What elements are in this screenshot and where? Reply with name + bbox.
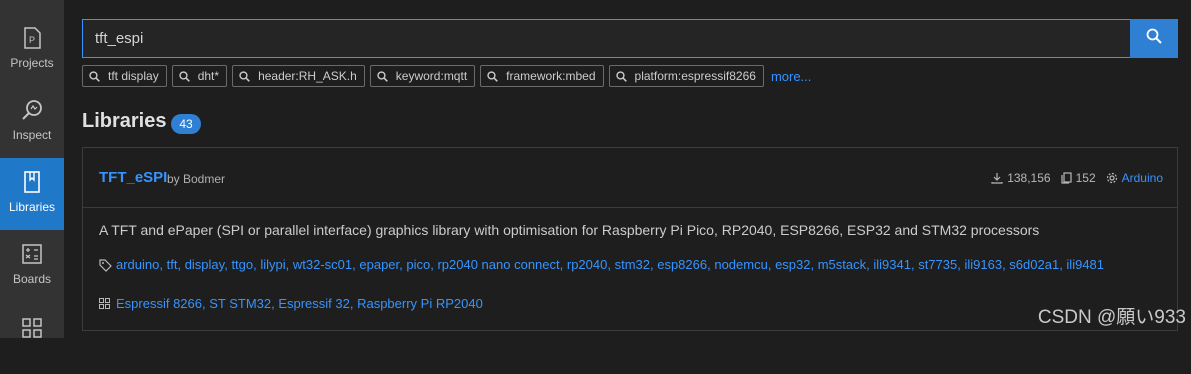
downloads-count: 138,156 xyxy=(1007,171,1051,185)
boards-icon xyxy=(22,240,42,268)
tag-link[interactable]: ili9163 xyxy=(964,257,1002,272)
search-icon xyxy=(377,70,388,82)
sidebar-item-projects[interactable]: P Projects xyxy=(0,14,64,86)
tag-link[interactable]: rp2040 nano connect xyxy=(437,257,559,272)
tag-icon xyxy=(99,259,112,272)
svg-text:P: P xyxy=(29,35,35,45)
tag-link[interactable]: epaper xyxy=(359,257,399,272)
sidebar-item-boards[interactable]: Boards xyxy=(0,230,64,302)
search-button[interactable] xyxy=(1130,19,1178,58)
sidebar-item-label: Projects xyxy=(10,56,54,70)
activity-sidebar: P Projects Inspect Libraries Boards xyxy=(0,0,64,338)
download-icon xyxy=(991,173,1003,184)
search-icon xyxy=(487,70,499,82)
tag-separator: , xyxy=(159,257,167,272)
chip-label: platform:espressif8266 xyxy=(634,69,756,83)
gear-icon xyxy=(1106,172,1117,184)
library-card[interactable]: TFT_eSPI by Bodmer 138,156 152 Arduino A… xyxy=(82,147,1178,331)
tag-link[interactable]: pico xyxy=(406,257,430,272)
tag-link[interactable]: ttgo xyxy=(231,257,253,272)
suggestion-chip[interactable]: dht* xyxy=(171,65,228,87)
card-header: TFT_eSPI by Bodmer 138,156 152 Arduino xyxy=(83,148,1177,208)
tag-link[interactable]: rp2040 xyxy=(567,257,607,272)
sidebar-item-inspect[interactable]: Inspect xyxy=(0,86,64,158)
tag-link[interactable]: tft xyxy=(167,257,178,272)
library-name-link[interactable]: TFT_eSPI xyxy=(99,169,167,186)
search-icon xyxy=(615,70,627,82)
chip-label: dht* xyxy=(197,69,220,83)
tag-link[interactable]: esp32 xyxy=(775,257,810,272)
chip-label: header:RH_ASK.h xyxy=(258,69,357,83)
copy-icon xyxy=(1060,172,1072,184)
libraries-icon xyxy=(23,168,41,196)
examples-count: 152 xyxy=(1075,171,1096,185)
library-author: by Bodmer xyxy=(167,172,226,186)
sidebar-item-label: Libraries xyxy=(8,200,56,214)
library-tags: arduino, tft, display, ttgo, lilypi, wt3… xyxy=(99,255,1139,275)
suggestion-chip[interactable]: keyword:mqtt xyxy=(369,65,476,87)
search-icon xyxy=(89,70,100,82)
tag-link[interactable]: m5stack xyxy=(818,257,866,272)
inspect-icon xyxy=(21,96,43,124)
search-icon xyxy=(239,70,250,82)
tag-link[interactable]: s6d02a1 xyxy=(1009,257,1059,272)
grid-icon xyxy=(99,298,110,309)
suggestion-chip[interactable]: tft display xyxy=(82,65,167,87)
search-box xyxy=(82,19,1130,58)
suggestion-chip[interactable]: framework:mbed xyxy=(480,65,604,87)
tag-separator: , xyxy=(607,257,615,272)
tag-link[interactable]: arduino xyxy=(116,257,159,272)
libraries-panel: tft display dht* header:RH_ASK.h keyword… xyxy=(64,0,1191,338)
tag-link[interactable]: display xyxy=(185,257,225,272)
tag-separator: , xyxy=(177,257,185,272)
suggestion-chip[interactable]: platform:espressif8266 xyxy=(608,65,764,87)
chip-label: framework:mbed xyxy=(506,69,596,83)
search-input[interactable] xyxy=(83,20,1130,57)
projects-icon: P xyxy=(23,24,41,52)
result-count-badge: 43 xyxy=(171,114,201,134)
chip-label: tft display xyxy=(108,69,159,83)
page-title: Libraries xyxy=(82,110,167,132)
platforms-list[interactable]: Espressif 8266, ST STM32, Espressif 32, … xyxy=(116,296,483,311)
tag-link[interactable]: lilypi xyxy=(260,257,285,272)
tag-link[interactable]: stm32 xyxy=(615,257,650,272)
tag-link[interactable]: nodemcu xyxy=(714,257,767,272)
more-link[interactable]: more... xyxy=(771,69,811,84)
library-platforms: Espressif 8266, ST STM32, Espressif 32, … xyxy=(99,296,483,311)
suggestion-chip[interactable]: header:RH_ASK.h xyxy=(232,65,365,87)
tag-link[interactable]: st7735 xyxy=(918,257,957,272)
search-icon xyxy=(179,70,190,82)
search-icon xyxy=(1146,28,1162,49)
tag-list: arduino, tft, display, ttgo, lilypi, wt3… xyxy=(116,257,1104,272)
tag-separator: , xyxy=(767,257,776,272)
watermark: CSDN @願い933 xyxy=(1037,307,1186,328)
chip-label: keyword:mqtt xyxy=(395,69,468,83)
sidebar-item-label: Boards xyxy=(12,272,52,286)
library-description: A TFT and ePaper (SPI or parallel interf… xyxy=(99,222,1040,238)
library-stats: 138,156 152 Arduino xyxy=(981,171,1163,185)
sidebar-item-devices[interactable] xyxy=(0,302,64,374)
tag-separator: , xyxy=(559,257,567,272)
platform-stat: Arduino xyxy=(1106,171,1163,185)
tag-separator: , xyxy=(810,257,818,272)
tag-link[interactable]: esp8266 xyxy=(657,257,707,272)
tag-link[interactable]: ili9481 xyxy=(1066,257,1104,272)
tag-link[interactable]: ili9341 xyxy=(873,257,911,272)
examples-stat: 152 xyxy=(1060,171,1096,185)
sidebar-item-libraries[interactable]: Libraries xyxy=(0,158,64,230)
search-suggestions: tft display dht* header:RH_ASK.h keyword… xyxy=(82,64,811,88)
sidebar-item-label: Inspect xyxy=(12,128,52,142)
tag-link[interactable]: wt32-sc01 xyxy=(293,257,352,272)
platform-link[interactable]: Arduino xyxy=(1122,171,1163,185)
tag-separator: , xyxy=(285,257,293,272)
downloads-stat: 138,156 xyxy=(991,171,1051,185)
